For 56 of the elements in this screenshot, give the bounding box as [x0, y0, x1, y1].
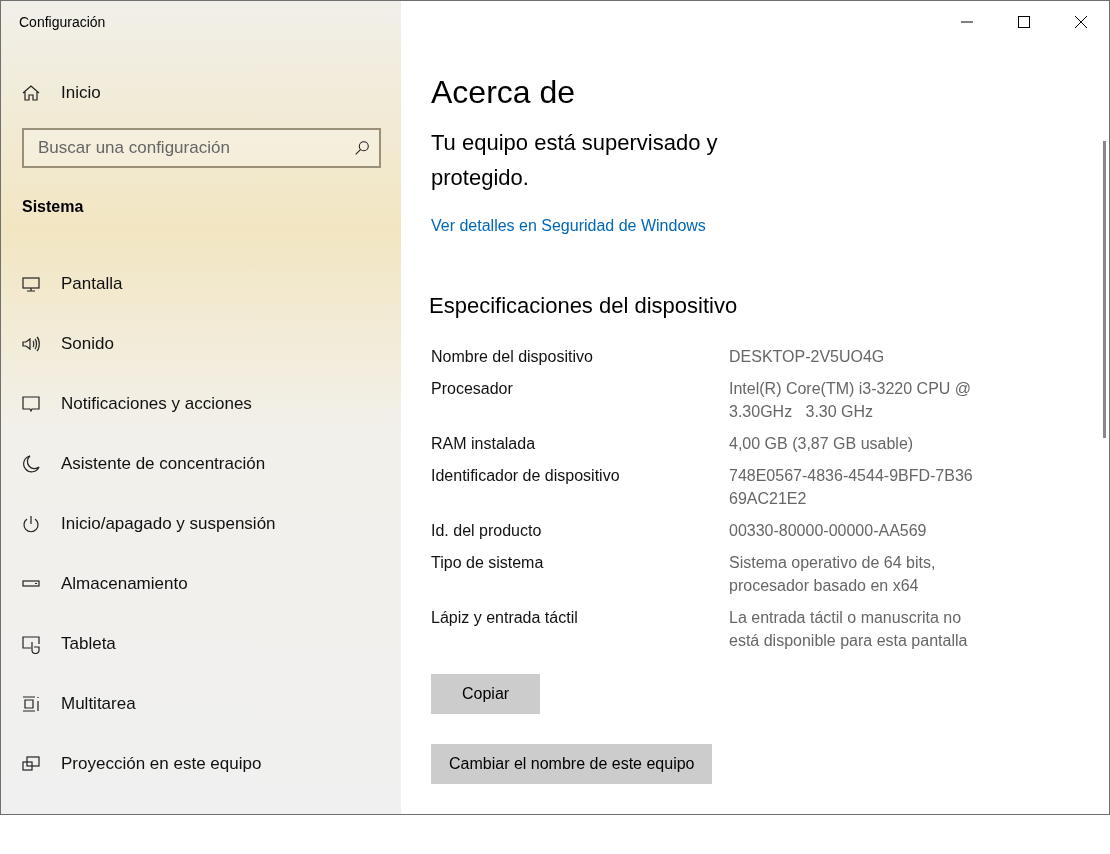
- home-label: Inicio: [61, 83, 101, 103]
- search-field[interactable]: Buscar una configuración: [22, 128, 381, 168]
- speech-bubble-icon: [21, 394, 41, 414]
- spec-label: Tipo de sistema: [431, 553, 545, 573]
- sidebar-item-label: Tableta: [61, 634, 116, 654]
- security-link[interactable]: Ver detalles en Seguridad de Windows: [431, 217, 706, 235]
- sidebar-item-label: Pantalla: [61, 274, 123, 294]
- copy-button[interactable]: Copiar: [431, 674, 541, 714]
- close-icon: [1074, 16, 1087, 28]
- spec-label: Id. del producto: [431, 521, 543, 541]
- sidebar-item-label: Sonido: [61, 334, 114, 354]
- specs-heading: Especificaciones del dispositivo: [429, 293, 739, 319]
- spec-value: 4,00 GB (3,87 GB usable): [729, 434, 915, 454]
- sidebar-item[interactable]: Asistente de concentración: [1, 434, 401, 494]
- spec-value: 748E0567-4836-4544-9BFD-7B36 69AC21E2: [729, 466, 974, 509]
- spec-label: Procesador: [431, 379, 514, 399]
- window-title: Configuración: [18, 13, 107, 32]
- home-icon: [21, 83, 41, 103]
- section-heading: Sistema: [21, 197, 85, 217]
- power-icon: [21, 514, 41, 534]
- spec-label: Nombre del dispositivo: [431, 347, 594, 367]
- protection-status: Tu equipo está supervisado y protegido.: [431, 129, 719, 192]
- sidebar-item-label: Almacenamiento: [61, 574, 188, 594]
- sidebar-item[interactable]: Multitarea: [1, 674, 401, 734]
- moon-icon: [21, 454, 41, 474]
- spec-value: La entrada táctil o manuscrita no está disponible para esta pantalla: [729, 608, 969, 651]
- projection-icon: [21, 754, 41, 774]
- spec-label: RAM instalada: [431, 434, 537, 454]
- sidebar-item-label: Asistente de concentración: [61, 454, 266, 474]
- spec-label: Identificador de dispositivo: [431, 466, 621, 486]
- tablet-touch-icon: [21, 634, 41, 654]
- spec-value: 00330-80000-00000-AA569: [729, 521, 928, 541]
- search-icon: [353, 139, 371, 157]
- spec-value: Intel(R) Core(TM) i3-3220 CPU @ 3.30GHz 3.30 GHz: [729, 379, 973, 422]
- sidebar-item[interactable]: Pantalla: [1, 254, 401, 314]
- sidebar-item[interactable]: Inicio/apagado y suspensión: [1, 494, 401, 554]
- sidebar-item[interactable]: Sonido: [1, 314, 401, 374]
- sidebar-item-label: Proyección en este equipo: [61, 754, 262, 774]
- maximize-icon: [1017, 16, 1030, 28]
- sidebar-item-label: Notificaciones y acciones: [61, 394, 252, 414]
- sidebar-item[interactable]: Almacenamiento: [1, 554, 401, 614]
- monitor-icon: [21, 274, 41, 294]
- sidebar-item[interactable]: Proyección en este equipo: [1, 734, 401, 794]
- page-title: Acerca de: [431, 73, 577, 112]
- sidebar-item-label: Inicio/apagado y suspensión: [61, 514, 276, 534]
- speaker-icon: [21, 334, 41, 354]
- spec-label: Lápiz y entrada táctil: [431, 608, 579, 628]
- sidebar-item[interactable]: Tableta: [1, 614, 401, 674]
- rename-button[interactable]: Cambiar el nombre de este equipo: [431, 744, 713, 784]
- spec-value: Sistema operativo de 64 bits, procesador basado en x64: [729, 553, 937, 596]
- sidebar-item[interactable]: Notificaciones y acciones: [1, 374, 401, 434]
- sidebar-item-label: Multitarea: [61, 694, 136, 714]
- spec-value: DESKTOP-2V5UO4G: [729, 347, 886, 367]
- multitask-icon: [21, 694, 41, 714]
- scrollbar[interactable]: [1103, 141, 1106, 438]
- home-nav-item[interactable]: Inicio: [1, 72, 401, 114]
